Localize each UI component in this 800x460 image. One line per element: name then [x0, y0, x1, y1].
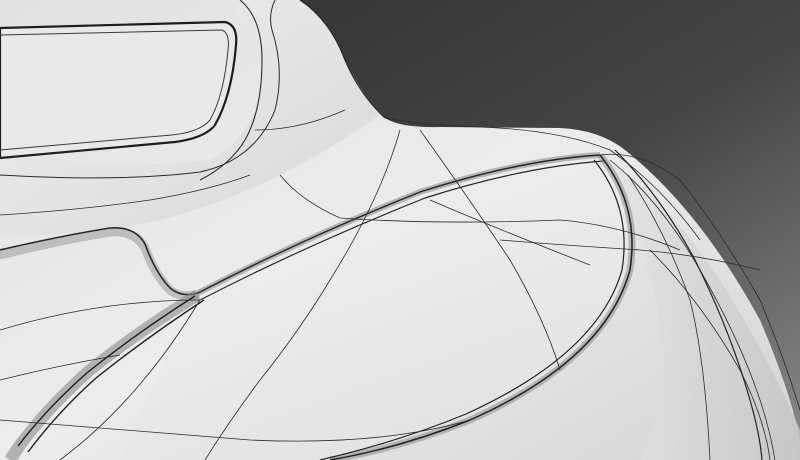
3d-viewport[interactable] [0, 0, 800, 460]
model-render [0, 0, 800, 460]
